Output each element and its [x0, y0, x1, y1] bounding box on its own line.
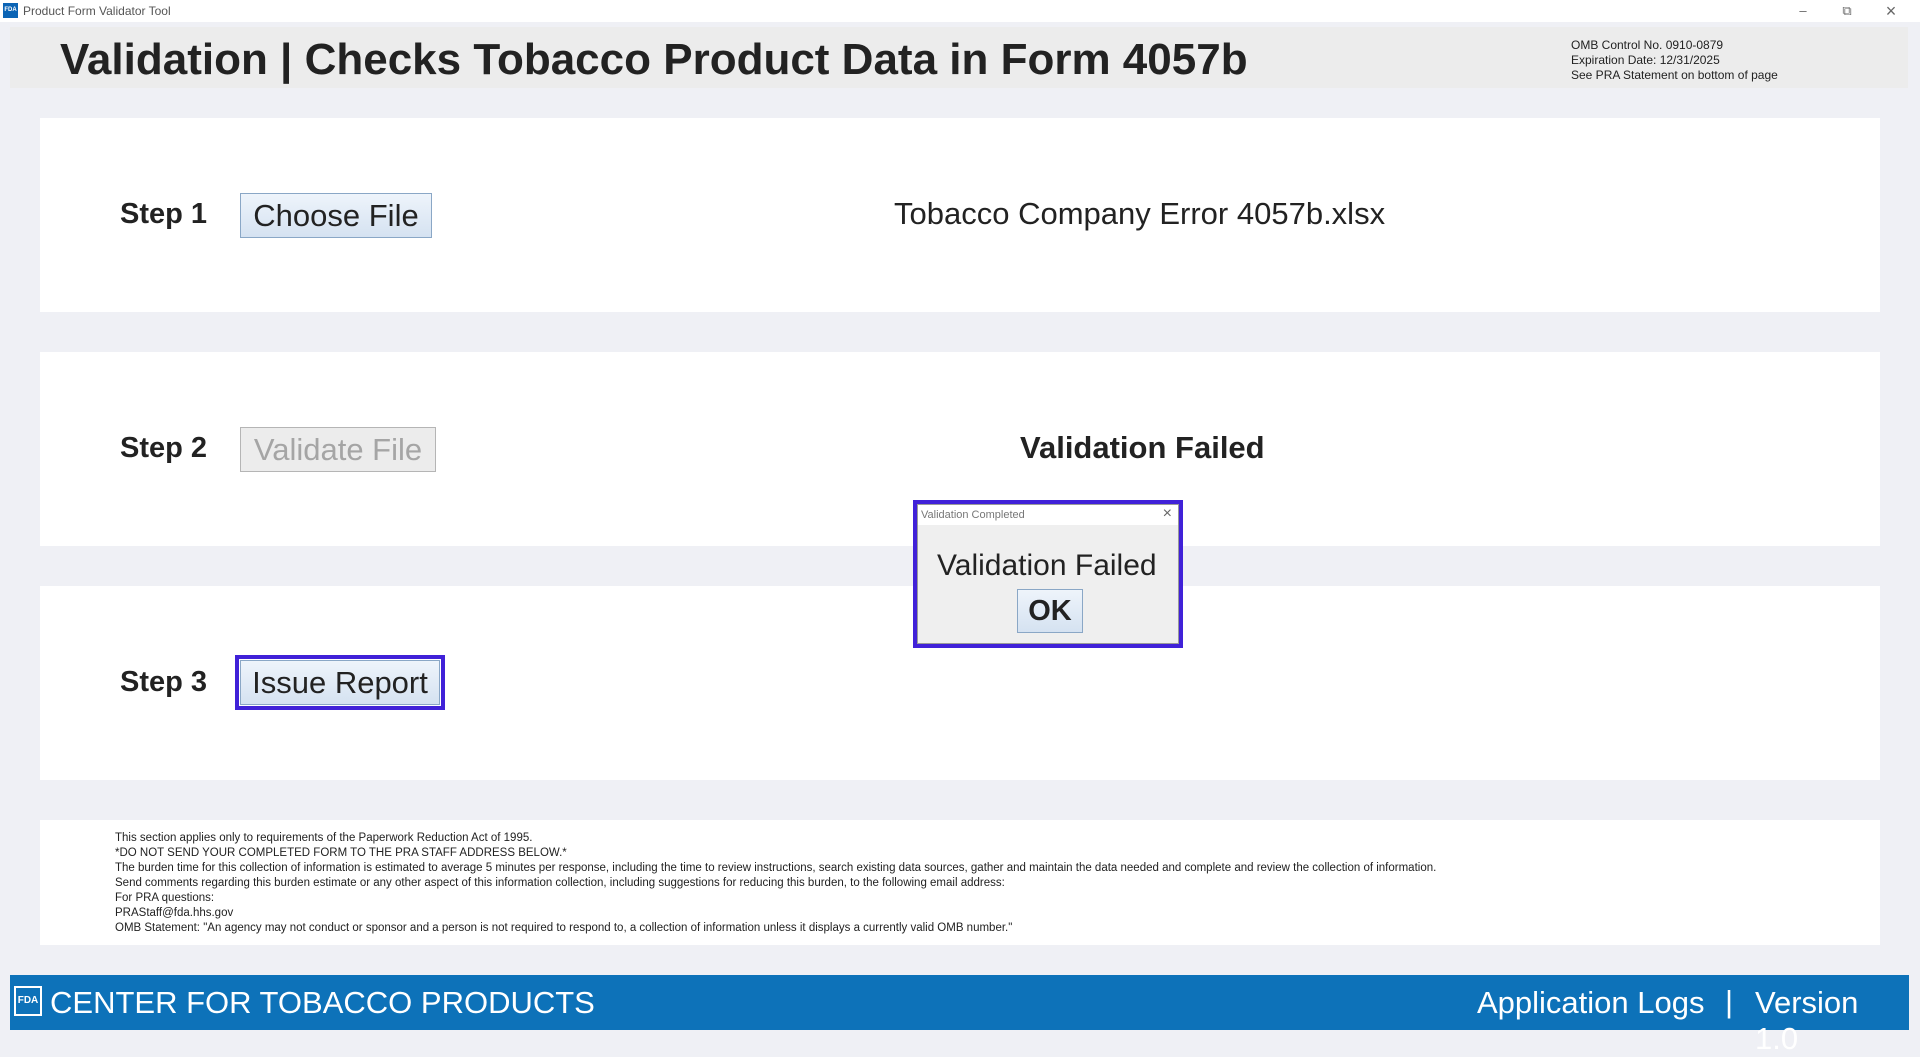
validate-file-button: Validate File: [240, 427, 436, 472]
omb-pra-note: See PRA Statement on bottom of page: [1571, 68, 1778, 82]
step-1-panel: Step 1 Choose File Tobacco Company Error…: [40, 118, 1880, 312]
pra-line: Send comments regarding this burden esti…: [115, 877, 1005, 889]
step-1-label: Step 1: [120, 198, 208, 230]
footer-separator: |: [1725, 984, 1734, 1019]
pra-line: *DO NOT SEND YOUR COMPLETED FORM TO THE …: [115, 847, 567, 859]
close-window-button[interactable]: ×: [1869, 1, 1913, 21]
issue-report-button[interactable]: Issue Report: [235, 655, 445, 710]
fda-app-icon: FDA: [3, 3, 18, 18]
fda-logo: FDA: [14, 986, 42, 1016]
dialog-message: Validation Failed: [937, 549, 1157, 582]
dialog-close-icon[interactable]: ×: [1163, 505, 1172, 523]
center-name: CENTER FOR TOBACCO PRODUCTS: [50, 985, 595, 1020]
pra-email: PRAStaff@fda.hhs.gov: [115, 907, 234, 919]
minimize-button[interactable]: –: [1781, 1, 1825, 21]
window-titlebar: FDA Product Form Validator Tool – ⧉ ×: [0, 0, 1920, 22]
validation-status: Validation Failed: [1020, 430, 1265, 465]
application-logs-link[interactable]: Application Logs: [1477, 985, 1705, 1021]
dialog-frame: Validation Completed × Validation Failed…: [917, 504, 1179, 644]
page-title: Validation | Checks Tobacco Product Data…: [60, 35, 1248, 84]
choose-file-button[interactable]: Choose File: [240, 193, 432, 238]
ok-button[interactable]: OK: [1017, 589, 1083, 633]
pra-line: OMB Statement: "An agency may not conduc…: [115, 922, 1013, 934]
window-title: Product Form Validator Tool: [23, 4, 171, 18]
pra-line: For PRA questions:: [115, 892, 215, 904]
omb-control-number: OMB Control No. 0910-0879: [1571, 38, 1724, 52]
validation-dialog: Validation Completed × Validation Failed…: [913, 500, 1183, 648]
dialog-title: Validation Completed: [921, 509, 1025, 521]
omb-info: OMB Control No. 0910-0879 Expiration Dat…: [1571, 38, 1778, 83]
step-2-label: Step 2: [120, 432, 208, 464]
restore-button[interactable]: ⧉: [1825, 1, 1869, 21]
omb-expiration-date: Expiration Date: 12/31/2025: [1571, 53, 1720, 67]
pra-statement: This section applies only to requirement…: [115, 831, 1436, 936]
pra-statement-box: This section applies only to requirement…: [40, 820, 1880, 945]
pra-line: This section applies only to requirement…: [115, 832, 533, 844]
selected-file-name: Tobacco Company Error 4057b.xlsx: [894, 196, 1386, 231]
step-3-label: Step 3: [120, 666, 208, 698]
dialog-titlebar: Validation Completed ×: [918, 505, 1178, 525]
pra-line: The burden time for this collection of i…: [115, 862, 1437, 874]
page-header: Validation | Checks Tobacco Product Data…: [10, 27, 1908, 88]
footer-bar: FDA CENTER FOR TOBACCO PRODUCTS Applicat…: [10, 975, 1909, 1056]
version-label: Version 1.0: [1755, 985, 1859, 1056]
